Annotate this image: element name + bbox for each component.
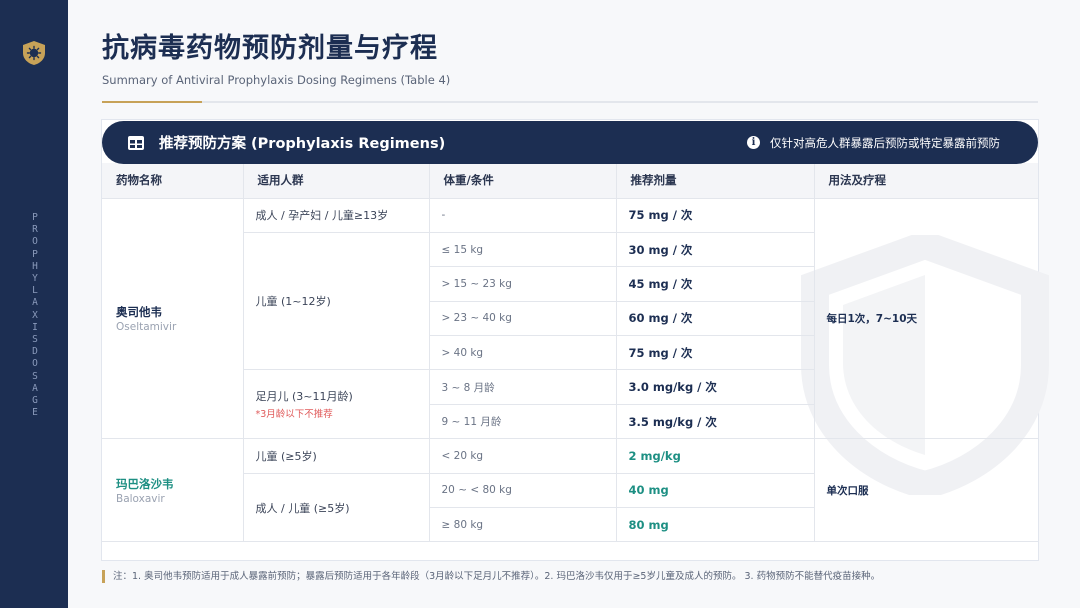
- condition-cell: 9 ~ 11 月龄: [429, 404, 617, 440]
- condition-cell: ≤ 15 kg: [429, 232, 617, 268]
- drug-name: 玛巴洛沙韦: [116, 476, 174, 491]
- shield-virus-icon: [23, 41, 45, 65]
- condition-cell: > 15 ~ 23 kg: [429, 266, 617, 302]
- header-drug: 药物名称: [102, 163, 244, 199]
- divider-accent: [102, 101, 202, 103]
- population-cell: 儿童 (1~12岁): [243, 232, 430, 371]
- table-header-row: 药物名称 适用人群 体重/条件 推荐剂量 用法及疗程: [102, 163, 1038, 199]
- dose-cell: 45 mg / 次: [616, 266, 815, 302]
- dose-cell: 30 mg / 次: [616, 232, 815, 268]
- condition-cell: < 20 kg: [429, 438, 617, 474]
- dosing-table: 药物名称 适用人群 体重/条件 推荐剂量 用法及疗程 奥司他韦 Oseltami…: [102, 163, 1038, 543]
- banner-title: 推荐预防方案 (Prophylaxis Regimens): [159, 136, 446, 152]
- drug-cell-oseltamivir: 奥司他韦 Oseltamivir: [102, 198, 244, 440]
- condition-cell: ≥ 80 kg: [429, 507, 617, 543]
- dose-cell: 80 mg: [616, 507, 815, 543]
- header-dose: 推荐剂量: [616, 163, 815, 199]
- population-cell: 成人 / 孕产妇 / 儿童≥13岁: [243, 198, 430, 233]
- drug-cell-baloxavir: 玛巴洛沙韦 Baloxavir: [102, 438, 244, 543]
- header-condition: 体重/条件: [429, 163, 617, 199]
- dose-cell: 3.0 mg/kg / 次: [616, 369, 815, 405]
- dose-cell: 60 mg / 次: [616, 301, 815, 337]
- condition-cell: > 40 kg: [429, 335, 617, 371]
- table-icon: [128, 135, 144, 150]
- usage-cell: 单次口服: [814, 438, 1038, 543]
- dose-cell: 40 mg: [616, 473, 815, 509]
- drug-name: 奥司他韦: [116, 304, 162, 319]
- warning-note: *3月龄以下不推荐: [255, 409, 333, 421]
- dose-cell: 3.5 mg/kg / 次: [616, 404, 815, 440]
- condition-cell: 3 ~ 8 月龄: [429, 369, 617, 405]
- sidebar: PROPHYLAXIS DOSAGE: [0, 0, 68, 608]
- banner-note: 仅针对高危人群暴露后预防或特定暴露前预防: [770, 135, 1000, 150]
- info-icon: i: [747, 136, 760, 149]
- dose-cell: 75 mg / 次: [616, 335, 815, 371]
- population-label: 足月儿 (3~11月龄): [255, 390, 353, 404]
- table-row: 玛巴洛沙韦 Baloxavir 儿童 (≥5岁) < 20 kg 2 mg/kg…: [102, 438, 1038, 543]
- dose-cell: 2 mg/kg: [616, 438, 815, 474]
- usage-cell: 每日1次，7~10天: [814, 198, 1038, 440]
- population-cell: 成人 / 儿童 (≥5岁): [243, 473, 430, 543]
- page-subtitle: Summary of Antiviral Prophylaxis Dosing …: [102, 73, 451, 87]
- drug-name-en: Baloxavir: [116, 492, 165, 505]
- drug-name-en: Oseltamivir: [116, 320, 177, 333]
- population-cell-infant: 足月儿 (3~11月龄) *3月龄以下不推荐: [243, 369, 430, 440]
- section-banner: 推荐预防方案 (Prophylaxis Regimens) i 仅针对高危人群暴…: [102, 121, 1038, 164]
- table-row: 奥司他韦 Oseltamivir 成人 / 孕产妇 / 儿童≥13岁 - 75 …: [102, 198, 1038, 440]
- divider: [102, 101, 1038, 103]
- condition-cell: 20 ~ < 80 kg: [429, 473, 617, 509]
- condition-cell: > 23 ~ 40 kg: [429, 301, 617, 337]
- page-title: 抗病毒药物预防剂量与疗程: [102, 33, 438, 64]
- footnote: 注：1. 奥司他韦预防适用于成人暴露前预防；暴露后预防适用于各年龄段（3月龄以下…: [102, 570, 880, 583]
- header-usage: 用法及疗程: [814, 163, 1038, 199]
- sidebar-vertical-text: PROPHYLAXIS DOSAGE: [32, 212, 38, 419]
- condition-cell: -: [429, 198, 617, 233]
- header-population: 适用人群: [243, 163, 430, 199]
- population-cell: 儿童 (≥5岁): [243, 438, 430, 474]
- dose-cell: 75 mg / 次: [616, 198, 815, 233]
